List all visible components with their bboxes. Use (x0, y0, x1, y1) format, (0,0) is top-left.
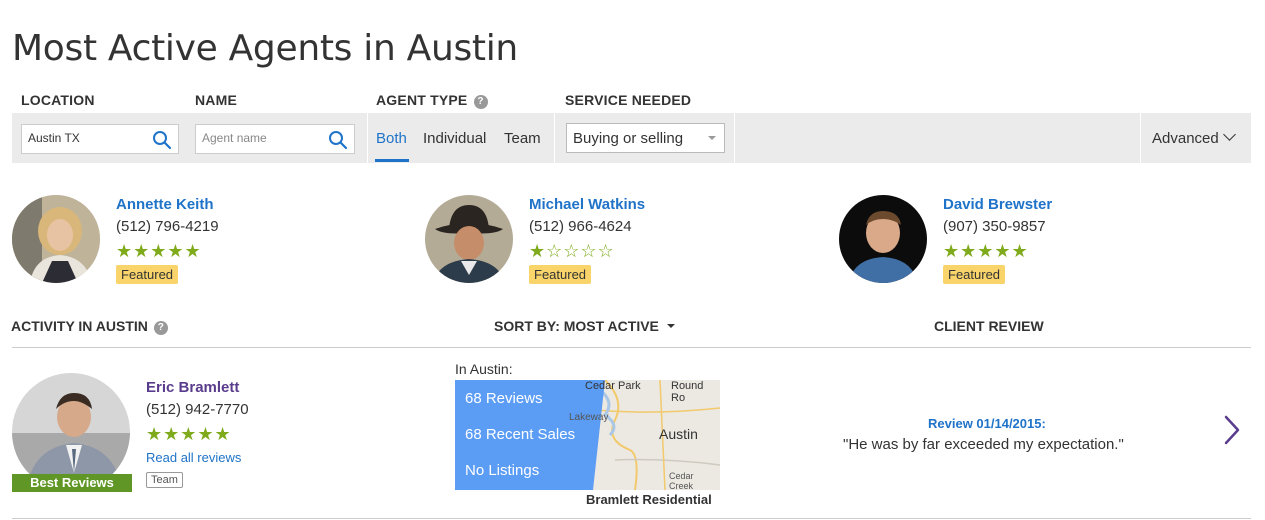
map-label: Round Ro (671, 380, 704, 404)
star-rating: ★★★★★ (943, 241, 1029, 261)
service-needed-value: Buying or selling (573, 130, 684, 147)
agent-phone: (512) 796-4219 (116, 218, 219, 235)
review-date: Review 01/14/2015: (928, 416, 1046, 431)
agent-name-field-box[interactable] (195, 124, 355, 154)
review-text: "He was by far exceeded my expectation." (843, 436, 1124, 453)
search-icon[interactable] (328, 130, 348, 150)
featured-badge: Featured (116, 265, 179, 284)
team-tag: Team (146, 472, 183, 488)
map-label: Austin (659, 426, 698, 442)
divider (734, 113, 735, 163)
avatar[interactable] (12, 195, 100, 283)
divider (12, 347, 1251, 348)
star-rating: ★★★★★ (146, 424, 232, 444)
brokerage-name: Bramlett Residential (586, 492, 712, 507)
chevron-down-icon (708, 136, 716, 140)
client-review-header: CLIENT REVIEW (934, 318, 1044, 334)
advanced-button[interactable]: Advanced (1152, 128, 1236, 147)
agent-phone: (512) 942-7770 (146, 401, 249, 418)
agent-photo (12, 195, 100, 283)
service-needed-label: SERVICE NEEDED (565, 92, 692, 108)
divider (367, 113, 368, 163)
filter-bar: Both Individual Team Buying or selling A… (12, 113, 1251, 163)
location-field-box[interactable] (21, 124, 179, 154)
selected-tab-indicator (375, 159, 409, 162)
best-reviews-badge: Best Reviews (12, 474, 132, 492)
agent-photo (839, 195, 927, 283)
advanced-label: Advanced (1152, 130, 1219, 147)
chevron-down-icon (666, 324, 675, 328)
featured-badge: Featured (943, 265, 1006, 284)
help-icon[interactable]: ? (473, 95, 488, 109)
reviews-count: 68 Reviews (465, 390, 543, 407)
chevron-right-icon[interactable] (1222, 414, 1242, 446)
map-label: Cedar Park (585, 380, 641, 392)
activity-header: ACTIVITY IN AUSTIN ? (11, 318, 168, 335)
avatar[interactable] (839, 195, 927, 283)
divider (1140, 113, 1141, 163)
help-icon[interactable]: ? (153, 321, 168, 335)
page-title: Most Active Agents in Austin (12, 28, 518, 69)
listings-count: No Listings (465, 462, 540, 479)
agent-phone: (907) 350-9857 (943, 218, 1046, 235)
recent-sales-count: 68 Recent Sales (465, 426, 576, 443)
map-label: Lakeway (569, 412, 609, 423)
agent-photo (425, 195, 513, 283)
map-label: Cedar Creek (669, 471, 694, 490)
agent-phone: (512) 966-4624 (529, 218, 632, 235)
agent-name-link[interactable]: Michael Watkins (529, 196, 645, 213)
location-label: LOCATION (21, 92, 95, 108)
sort-label: SORT BY: MOST ACTIVE (494, 318, 659, 334)
agent-type-individual-tab[interactable]: Individual (423, 130, 486, 147)
read-all-reviews-link[interactable]: Read all reviews (146, 450, 241, 465)
search-icon[interactable] (152, 130, 172, 150)
sort-dropdown[interactable]: SORT BY: MOST ACTIVE (494, 318, 675, 334)
activity-map[interactable]: Cedar Park Round Ro Lakeway Austin Cedar… (455, 380, 720, 490)
activity-header-label: ACTIVITY IN AUSTIN (11, 318, 148, 334)
agent-name-link[interactable]: Annette Keith (116, 196, 214, 213)
name-label: NAME (195, 92, 238, 108)
avatar[interactable] (425, 195, 513, 283)
agent-type-team-tab[interactable]: Team (504, 130, 541, 147)
agent-type-both-tab[interactable]: Both (376, 130, 407, 147)
divider (554, 113, 555, 163)
chevron-down-icon (1222, 128, 1236, 141)
featured-badge: Featured (529, 265, 592, 284)
divider (12, 518, 1251, 519)
service-needed-select[interactable]: Buying or selling (566, 123, 725, 153)
location-input[interactable] (28, 131, 148, 145)
activity-location-label: In Austin: (455, 361, 513, 377)
agent-name-link[interactable]: Eric Bramlett (146, 379, 239, 396)
star-rating: ★★★★★ (116, 241, 202, 261)
agent-type-label: AGENT TYPE (376, 92, 468, 108)
agent-type-label-wrap: AGENT TYPE ? (376, 92, 488, 109)
agent-name-link[interactable]: David Brewster (943, 196, 1052, 213)
agent-name-input[interactable] (202, 131, 322, 145)
star-rating: ★☆☆☆☆ (529, 241, 615, 261)
